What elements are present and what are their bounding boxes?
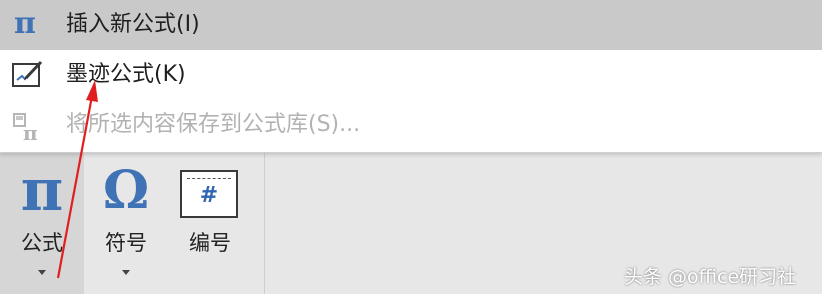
equation-button-label: 公式 [21,231,63,255]
symbols-group: Ω 符号 # 编号 [84,152,265,294]
watermark: 头条 @office研习社 [624,266,797,288]
menu-item-ink-equation[interactable]: 墨迹公式(K) [0,50,822,100]
pi-icon: π [20,156,64,224]
equation-group: π 公式 [0,152,84,294]
equation-dropdown-menu: π 插入新公式(I) 墨迹公式(K) π 将所选内容保存到公式库(S)... [0,0,822,153]
pi-icon: π [14,6,36,41]
chevron-down-icon[interactable] [122,270,130,275]
menu-item-label: 墨迹公式(K) [66,62,186,87]
ink-equation-icon [10,56,46,94]
svg-text:π: π [23,121,38,144]
menu-item-label: 插入新公式(I) [66,12,200,37]
omega-icon: Ω [102,160,150,221]
symbol-button-label: 符号 [105,231,147,255]
menu-item-save-to-gallery[interactable]: π 将所选内容保存到公式库(S)... [0,100,822,150]
numbering-button-label: 编号 [189,231,231,255]
symbol-button[interactable]: Ω 符号 [84,152,168,294]
numbering-button[interactable]: # 编号 [168,152,252,294]
menu-item-label: 将所选内容保存到公式库(S)... [66,112,361,137]
chevron-down-icon[interactable] [38,270,46,275]
menu-item-insert-new-equation[interactable]: π 插入新公式(I) [0,0,822,50]
save-to-gallery-icon: π [10,106,46,145]
numbering-icon: # [180,170,238,218]
equation-button[interactable]: π 公式 [0,152,84,294]
